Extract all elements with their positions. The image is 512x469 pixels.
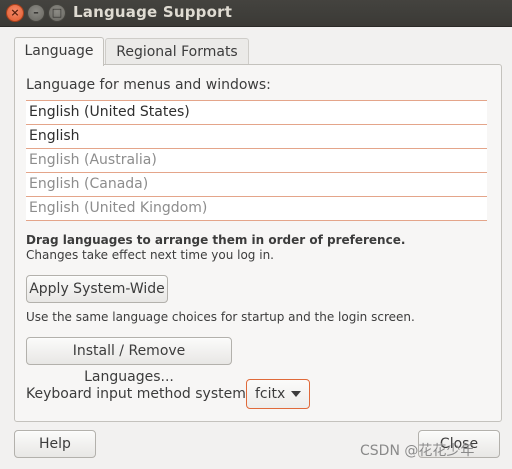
language-list[interactable]: English (United States) English English … <box>26 100 487 221</box>
keyboard-input-select[interactable]: fcitx <box>246 379 310 409</box>
language-section-label: Language for menus and windows: <box>26 77 271 93</box>
watermark-text: CSDN @花花少年 <box>360 443 475 459</box>
close-window-icon[interactable]: × <box>6 4 24 22</box>
title-bar: × – □ Language Support <box>0 0 512 27</box>
apply-system-wide-button[interactable]: Apply System-Wide <box>26 275 168 303</box>
list-item[interactable]: English <box>26 124 487 148</box>
keyboard-input-value: fcitx <box>255 386 286 402</box>
list-item[interactable]: English (United Kingdom) <box>26 196 487 221</box>
list-item[interactable]: English (Canada) <box>26 172 487 196</box>
apply-note: Use the same language choices for startu… <box>26 310 415 324</box>
list-item[interactable]: English (Australia) <box>26 148 487 172</box>
language-support-window: × – □ Language Support Language Regional… <box>0 0 512 469</box>
install-remove-languages-button[interactable]: Install / Remove Languages... <box>26 337 232 385</box>
list-item[interactable]: English (United States) <box>26 100 487 124</box>
window-title: Language Support <box>73 3 233 21</box>
minimize-window-icon[interactable]: – <box>27 4 45 22</box>
tab-language[interactable]: Language <box>14 37 104 66</box>
help-button[interactable]: Help <box>14 430 96 458</box>
drag-hint: Drag languages to arrange them in order … <box>26 233 406 247</box>
changes-hint: Changes take effect next time you log in… <box>26 248 274 262</box>
maximize-window-icon[interactable]: □ <box>48 4 66 22</box>
keyboard-input-label: Keyboard input method system: <box>26 386 251 402</box>
tab-regional-formats[interactable]: Regional Formats <box>105 38 249 65</box>
chevron-down-icon <box>291 391 301 397</box>
